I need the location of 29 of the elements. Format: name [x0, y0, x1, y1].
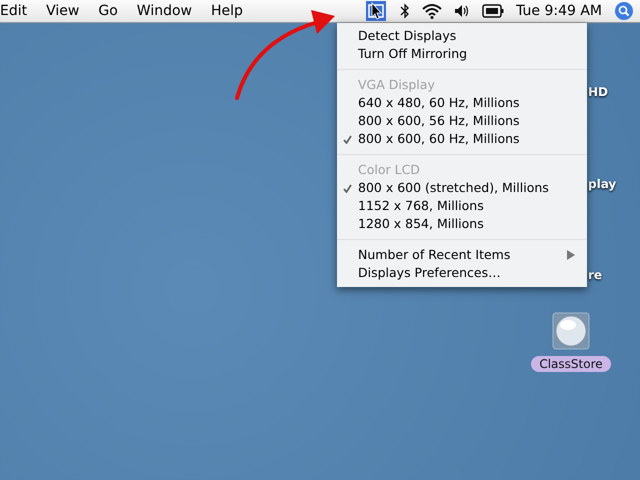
submenu-arrow-icon: [567, 250, 575, 260]
menu-item[interactable]: 800 x 600, 56 Hz, Millions: [337, 112, 587, 130]
menu-title[interactable]: View: [46, 3, 80, 19]
menu-item[interactable]: 1152 x 768, Millions: [337, 197, 587, 215]
menu-item[interactable]: 800 x 600 (stretched), Millions: [337, 179, 587, 197]
menu-item[interactable]: Turn Off Mirroring: [337, 45, 587, 63]
desktop-icon-label: HD: [588, 85, 608, 99]
menu-item[interactable]: Displays Preferences…: [337, 264, 587, 282]
menu-item[interactable]: 1280 x 854, Millions: [337, 215, 587, 233]
desktop-icon-label[interactable]: ClassStore: [531, 356, 611, 372]
menu-bar-clock[interactable]: Tue 9:49 AM: [516, 3, 602, 19]
menu-title[interactable]: Edit: [0, 3, 28, 19]
menu-section-header: VGA Display: [357, 76, 436, 94]
desktop-icon-label: re: [588, 268, 602, 282]
speaker-icon[interactable]: [454, 3, 470, 19]
menu-title[interactable]: Window: [136, 3, 192, 19]
menu-title[interactable]: Help: [210, 3, 243, 19]
menu-item[interactable]: 640 x 480, 60 Hz, Millions: [337, 94, 587, 112]
wifi-icon[interactable]: [422, 3, 442, 19]
submenu-item[interactable]: Number of Recent Items: [337, 246, 587, 264]
desktop-icon-label: play: [588, 177, 616, 191]
search-icon[interactable]: [614, 1, 634, 21]
menu-item[interactable]: 800 x 600, 60 Hz, Millions: [337, 130, 587, 148]
bluetooth-icon[interactable]: [400, 3, 410, 19]
menu-section-header: Color LCD: [357, 161, 421, 179]
battery-icon[interactable]: [482, 4, 504, 18]
display-menu-icon[interactable]: [366, 1, 386, 21]
menu-title[interactable]: Go: [98, 3, 118, 19]
menu-item[interactable]: Detect Displays: [337, 27, 587, 45]
